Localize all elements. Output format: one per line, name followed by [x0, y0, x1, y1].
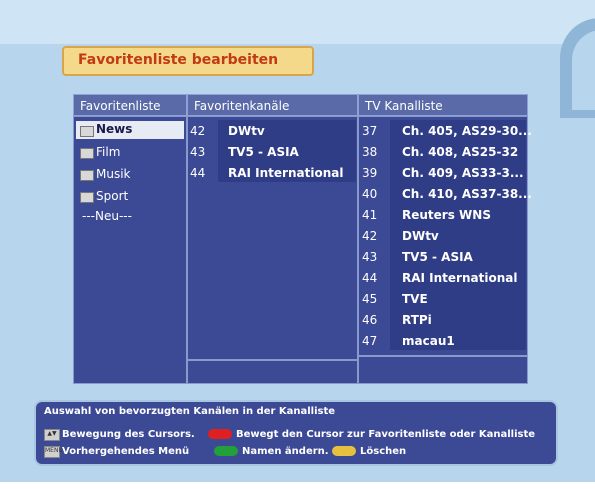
folder-icon — [80, 148, 94, 159]
favorite-channel-number: 44 — [190, 166, 206, 180]
folder-icon — [80, 126, 94, 137]
yellow-key-icon — [332, 446, 356, 456]
help-menu-action: Vorhergehendes Menü — [62, 446, 190, 457]
folder-icon — [80, 170, 94, 181]
tv-channel-number: 40 — [362, 187, 378, 201]
arrow-keys-icon: ▲▼ — [44, 429, 60, 441]
tv-channel-number: 44 — [362, 271, 378, 285]
favorite-channels-footer — [187, 360, 358, 384]
red-key-icon — [208, 429, 232, 439]
favorite-channel-number: 43 — [190, 145, 206, 159]
column-header-tv-channels: TV Kanalliste — [358, 94, 528, 116]
tv-channel-number: 47 — [362, 334, 378, 348]
favorite-group-film[interactable]: Film — [96, 145, 120, 159]
tv-channel-number: 38 — [362, 145, 378, 159]
help-yellow-action: Löschen — [360, 446, 407, 457]
favorite-group-musik[interactable]: Musik — [96, 167, 131, 181]
tv-channel-name[interactable]: Ch. 408, AS25-32 — [402, 145, 518, 159]
column-header-favorite-channels: Favoritenkanäle — [187, 94, 358, 116]
tv-channel-name[interactable]: RTPi — [402, 313, 432, 327]
tv-screen: Favoritenliste bearbeiten Favoritenliste… — [0, 0, 595, 482]
tv-channel-number: 45 — [362, 292, 378, 306]
help-cursor-move: Bewegung des Cursors. — [62, 429, 195, 440]
favorite-group-sport[interactable]: Sport — [96, 189, 128, 203]
tv-channel-name[interactable]: Ch. 410, AS37-38... — [402, 187, 532, 201]
column-header-favorites: Favoritenliste — [73, 94, 187, 116]
green-key-icon — [214, 446, 238, 456]
page-title: Favoritenliste bearbeiten — [78, 52, 279, 68]
help-description: Auswahl von bevorzugten Kanälen in der K… — [44, 406, 336, 417]
menu-key-icon: MENU — [44, 446, 63, 458]
tv-channel-number: 43 — [362, 250, 378, 264]
tv-channel-number: 37 — [362, 124, 378, 138]
tv-channel-number: 41 — [362, 208, 378, 222]
tv-channel-name[interactable]: TVE — [402, 292, 428, 306]
tv-channel-name[interactable]: Ch. 409, AS33-3... — [402, 166, 524, 180]
tv-channel-number: 46 — [362, 313, 378, 327]
top-bar — [0, 0, 595, 44]
favorite-channel-name[interactable]: TV5 - ASIA — [228, 145, 299, 159]
favorite-channel-name[interactable]: DWtv — [228, 124, 265, 138]
favorite-channel-number: 42 — [190, 124, 206, 138]
folder-icon — [80, 192, 94, 203]
favorite-channel-name[interactable]: RAI International — [228, 166, 343, 180]
help-red-action: Bewegt den Cursor zur Favoritenliste ode… — [236, 429, 536, 440]
tv-channel-name[interactable]: RAI International — [402, 271, 517, 285]
tv-channel-name[interactable]: Reuters WNS — [402, 208, 491, 222]
tv-channels-footer — [358, 356, 528, 384]
tv-channel-number: 39 — [362, 166, 378, 180]
help-green-action: Namen ändern. — [242, 446, 329, 457]
favorite-group-news[interactable]: News — [96, 122, 132, 136]
favorite-group-new[interactable]: ---Neu--- — [82, 209, 132, 223]
tv-channel-number: 42 — [362, 229, 378, 243]
tv-channel-name[interactable]: macau1 — [402, 334, 455, 348]
tv-channel-name[interactable]: TV5 - ASIA — [402, 250, 473, 264]
tv-channel-name[interactable]: Ch. 405, AS29-30... — [402, 124, 532, 138]
tv-channel-name[interactable]: DWtv — [402, 229, 439, 243]
